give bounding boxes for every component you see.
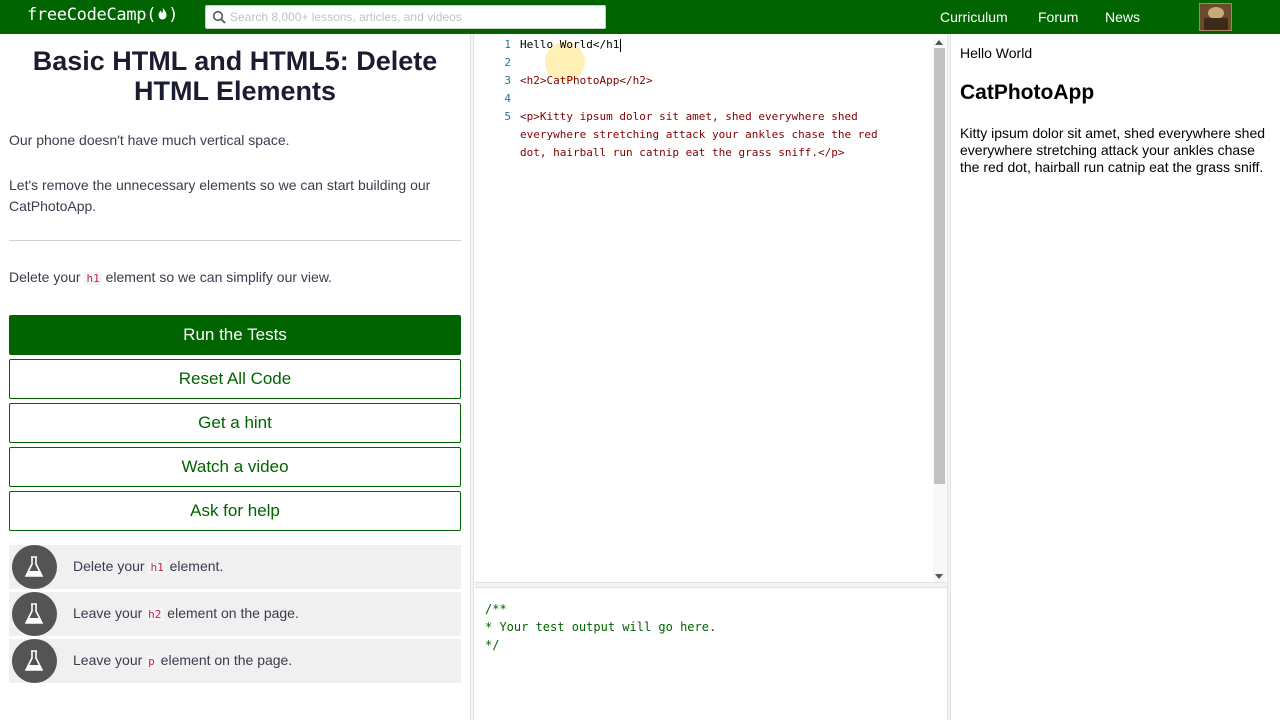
instr-text-post: element so we can simplify our view. <box>101 269 333 285</box>
output-line: */ <box>485 638 500 652</box>
test-text-post: element. <box>165 558 224 574</box>
challenge-description-2: Let's remove the unnecessary elements so… <box>9 177 431 214</box>
flask-icon <box>24 556 44 577</box>
challenge-panel: Basic HTML and HTML5: Delete HTML Elemen… <box>0 34 470 720</box>
flame-icon <box>157 5 168 25</box>
editor-scrollbar[interactable] <box>933 38 946 582</box>
flask-icon <box>24 650 44 671</box>
nav-link-news[interactable]: News <box>1105 9 1140 25</box>
get-hint-button[interactable]: Get a hint <box>9 403 461 443</box>
preview-paragraph: Kitty ipsum dolor sit amet, shed everywh… <box>960 125 1266 175</box>
test-text: Leave your p element on the page. <box>73 652 292 668</box>
preview-heading: CatPhotoApp <box>960 81 1095 104</box>
test-text-pre: Leave your <box>73 652 147 668</box>
test-text: Delete your h1 element. <box>73 558 223 574</box>
challenge-description-1: Our phone doesn't have much vertical spa… <box>9 132 290 148</box>
line-number: 3 <box>504 74 511 87</box>
panel-resize-handle-right[interactable] <box>947 34 951 720</box>
search-icon <box>212 10 227 25</box>
code-line: <h2>CatPhotoApp</h2> <box>520 74 653 87</box>
challenge-title: Basic HTML and HTML5: Delete HTML Elemen… <box>32 46 438 106</box>
reset-code-button[interactable]: Reset All Code <box>9 359 461 399</box>
line-number: 2 <box>504 56 511 69</box>
test-text-post: element on the page. <box>163 605 299 621</box>
code-line: Hello World</h1 <box>520 38 622 52</box>
line-number: 5 <box>504 110 511 123</box>
run-tests-button[interactable]: Run the Tests <box>9 315 461 355</box>
test-status-badge <box>12 545 57 589</box>
scroll-down-arrow-icon[interactable] <box>935 574 943 579</box>
output-line: * Your test output will go here. <box>485 620 717 634</box>
code-line: <p>Kitty ipsum dolor sit amet, shed ever… <box>520 110 858 123</box>
test-text: Leave your h2 element on the page. <box>73 605 299 621</box>
fcc-logo[interactable]: freeCodeCamp() <box>27 5 178 25</box>
test-code: h1 <box>148 561 166 574</box>
challenge-instructions: Delete your h1 element so we can simplif… <box>9 267 461 289</box>
test-code: h2 <box>146 608 164 621</box>
ask-help-button[interactable]: Ask for help <box>9 491 461 531</box>
code-line: everywhere stretching attack your ankles… <box>520 128 878 141</box>
logo-text: freeCodeCamp( <box>27 5 157 25</box>
user-avatar[interactable] <box>1199 3 1232 31</box>
code-editor[interactable]: 1 2 3 4 5 Hello World</h1 <h2>CatPhotoAp… <box>475 34 947 582</box>
divider <box>9 240 461 241</box>
line-number: 4 <box>504 92 511 105</box>
test-text-post: element on the page. <box>156 652 293 668</box>
test-text-pre: Leave your <box>73 605 147 621</box>
test-status-badge <box>12 592 57 636</box>
test-item: Leave your p element on the page. <box>9 639 461 683</box>
line-number: 1 <box>504 38 511 51</box>
top-navbar: freeCodeCamp() Curriculum Forum News <box>0 0 1280 34</box>
test-status-badge <box>12 639 57 683</box>
test-item: Leave your h2 element on the page. <box>9 592 461 636</box>
test-code: p <box>146 655 157 668</box>
instr-text-pre: Delete your <box>9 269 85 285</box>
text-caret <box>620 38 622 52</box>
preview-hello-text: Hello World <box>960 45 1033 61</box>
search-box[interactable] <box>205 5 606 29</box>
code-line-text: Hello World</h1 <box>520 38 620 51</box>
search-input[interactable] <box>230 7 600 27</box>
preview-frame: Hello World CatPhotoApp Kitty ipsum dolo… <box>952 34 1280 720</box>
watch-video-button[interactable]: Watch a video <box>9 447 461 487</box>
output-line: /** <box>485 602 507 616</box>
nav-link-curriculum[interactable]: Curriculum <box>940 9 1008 25</box>
flask-icon <box>24 603 44 624</box>
test-text-pre: Delete your <box>73 558 149 574</box>
test-output-panel: /** * Your test output will go here. */ <box>475 588 947 720</box>
test-item: Delete your h1 element. <box>9 545 461 589</box>
logo-text-end: ) <box>168 5 179 25</box>
panel-resize-handle-left[interactable] <box>470 34 474 720</box>
scrollbar-thumb[interactable] <box>934 48 945 484</box>
nav-link-forum[interactable]: Forum <box>1038 9 1078 25</box>
avatar-body <box>1204 18 1228 30</box>
code-line: dot, hairball run catnip eat the grass s… <box>520 146 845 159</box>
scroll-up-arrow-icon[interactable] <box>935 40 943 45</box>
instr-code: h1 <box>84 272 102 285</box>
